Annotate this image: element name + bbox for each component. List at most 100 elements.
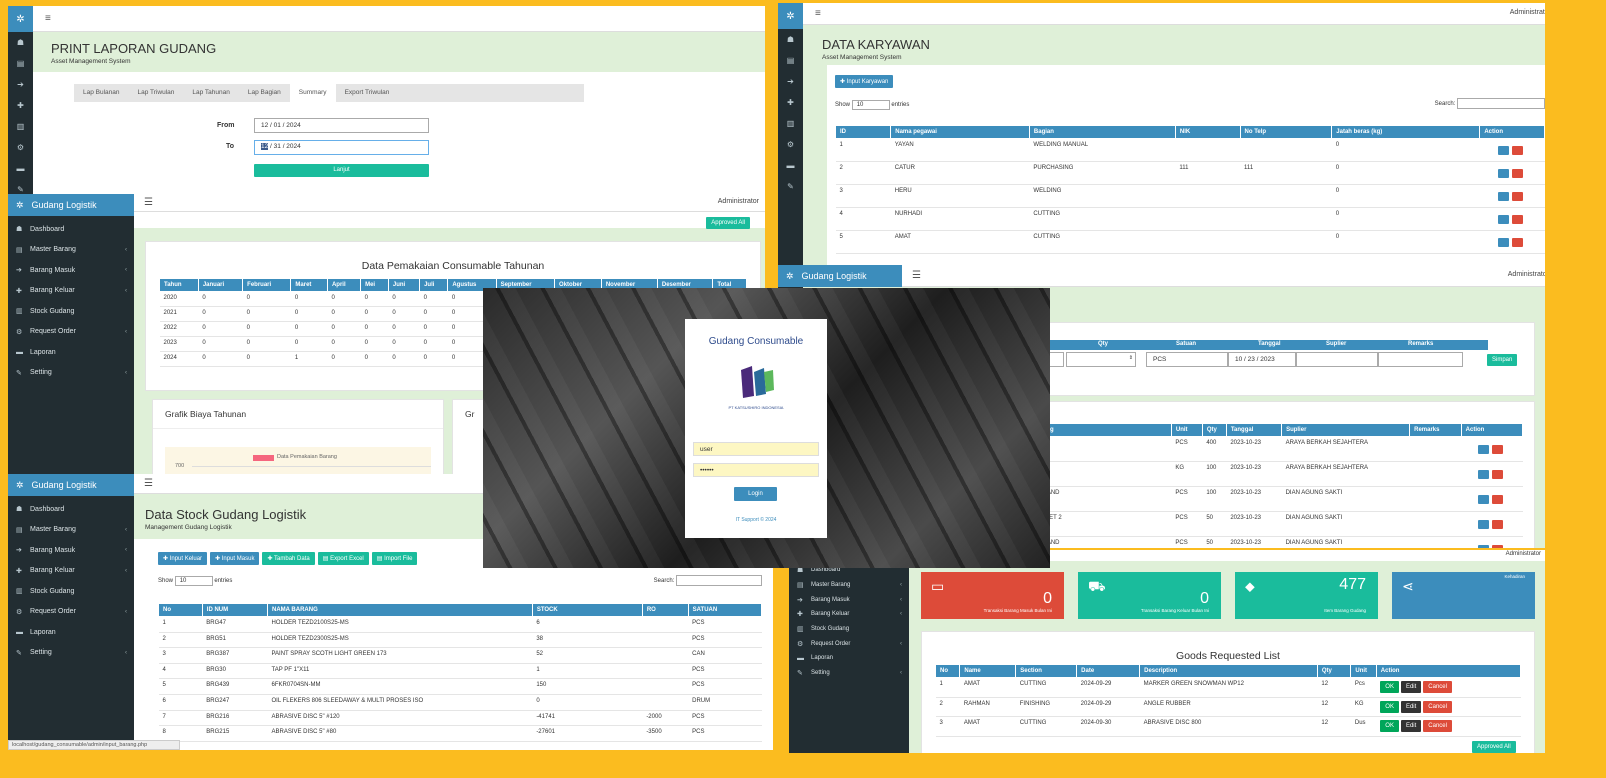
menu-toggle-icon[interactable]: ≡: [45, 13, 51, 24]
suplier-field[interactable]: [1296, 352, 1378, 367]
column-header[interactable]: No Telp: [1239, 125, 1333, 139]
sidebar-item[interactable]: ▤ Master Barang ‹: [8, 240, 134, 261]
remarks-field[interactable]: [1378, 352, 1463, 367]
dashboard-icon[interactable]: ☗: [8, 32, 33, 53]
column-header[interactable]: Unit: [1350, 664, 1377, 678]
search-input[interactable]: [676, 575, 762, 586]
sidebar-item[interactable]: ▥ Stock Gudang: [8, 581, 134, 602]
arrow-out-icon[interactable]: ✚: [778, 92, 803, 113]
info-box[interactable]: ⛟ 0 Transaksi Barang Keluar Bulan Ini: [1078, 572, 1221, 619]
sidebar-item[interactable]: ⚙ Request Order ‹: [789, 636, 909, 651]
column-header[interactable]: Bagian: [1028, 125, 1176, 139]
column-header[interactable]: Date: [1076, 664, 1141, 678]
column-header[interactable]: Description: [1139, 664, 1318, 678]
column-header[interactable]: ID: [834, 125, 892, 139]
menu-toggle-icon[interactable]: ≡: [815, 8, 821, 19]
column-header[interactable]: Action: [1479, 125, 1545, 139]
login-button[interactable]: Login: [734, 487, 777, 501]
simpan-button[interactable]: Simpan: [1487, 354, 1518, 366]
edit-icon[interactable]: [1477, 469, 1489, 479]
trash-icon[interactable]: [1491, 519, 1503, 529]
column-header[interactable]: STOCK: [531, 603, 643, 617]
request-icon[interactable]: ⚙: [8, 137, 33, 158]
master-icon[interactable]: ▤: [8, 53, 33, 74]
column-header[interactable]: No: [158, 603, 203, 617]
trash-icon[interactable]: [1491, 469, 1503, 479]
edit-button[interactable]: Edit: [1400, 681, 1422, 694]
import-file-button[interactable]: ▤ Import File: [371, 552, 418, 565]
edit-icon[interactable]: [1498, 214, 1510, 224]
trash-icon[interactable]: [1512, 237, 1524, 247]
sidebar-item[interactable]: ➔ Barang Masuk ‹: [8, 260, 134, 281]
column-header[interactable]: Nama pegawai: [890, 125, 1030, 139]
edit-icon[interactable]: [1477, 544, 1489, 548]
tab-1[interactable]: Lap Bulanan: [74, 84, 129, 102]
column-header[interactable]: Tanggal: [1225, 423, 1283, 437]
sidebar-item[interactable]: ▬ Laporan: [8, 342, 134, 363]
tanggal-field[interactable]: [1228, 352, 1296, 367]
edit-icon[interactable]: [1477, 494, 1489, 504]
qty-field[interactable]: ⇕: [1066, 352, 1136, 367]
sidebar-toggle-icon[interactable]: ☰: [144, 197, 153, 208]
entries-select[interactable]: 10: [174, 576, 213, 586]
info-box[interactable]: ⋖ Kehadiran: [1392, 572, 1535, 619]
column-header[interactable]: Unit: [1170, 423, 1203, 437]
sidebar-toggle-icon[interactable]: ☰: [144, 478, 153, 489]
column-header[interactable]: Mei: [360, 278, 389, 292]
sidebar-item[interactable]: ⚙ Request Order ‹: [8, 602, 134, 623]
sidebar-item[interactable]: ✎ Setting ‹: [8, 363, 134, 384]
tab-2[interactable]: Lap Triwulan: [129, 84, 184, 102]
master-icon[interactable]: ▤: [778, 50, 803, 71]
trash-icon[interactable]: [1512, 214, 1524, 224]
tab-6[interactable]: Export Triwulan: [336, 84, 399, 102]
from-date-input[interactable]: [254, 118, 429, 133]
input-keluar-button[interactable]: ✚ Input Keluar: [158, 552, 208, 565]
edit-icon[interactable]: [1498, 145, 1510, 155]
sidebar-item[interactable]: ⚙ Request Order ‹: [8, 322, 134, 343]
column-header[interactable]: Action: [1460, 423, 1524, 437]
tambah-data-button[interactable]: ✚ Tambah Data: [262, 552, 315, 565]
tab-5[interactable]: Summary: [289, 84, 336, 102]
column-header[interactable]: Remarks: [1409, 423, 1462, 437]
column-header[interactable]: NIK: [1174, 125, 1241, 139]
column-header[interactable]: Qty: [1201, 423, 1227, 437]
column-header[interactable]: ID NUM: [201, 603, 268, 617]
setting-icon[interactable]: ✎: [778, 176, 803, 197]
cancel-button[interactable]: Cancel: [1423, 681, 1452, 694]
approved-all-button[interactable]: Approved All: [706, 217, 750, 229]
edit-icon[interactable]: [1477, 444, 1489, 454]
admin-menu[interactable]: Administrator: [1508, 271, 1545, 278]
column-header[interactable]: Suplier: [1281, 423, 1411, 437]
admin-menu[interactable]: Administrator: [1510, 9, 1545, 16]
info-box[interactable]: ⬥ 477 Item Barang Gudang: [1235, 572, 1378, 619]
search-input[interactable]: [1457, 98, 1545, 109]
trash-icon[interactable]: [1512, 168, 1524, 178]
stock-icon[interactable]: ▥: [778, 113, 803, 134]
trash-icon[interactable]: [1512, 145, 1524, 155]
stock-icon[interactable]: ▥: [8, 116, 33, 137]
request-icon[interactable]: ⚙: [778, 134, 803, 155]
column-header[interactable]: April: [326, 278, 362, 292]
sidebar-item[interactable]: ✎ Setting ‹: [789, 666, 909, 681]
column-header[interactable]: Jatah beras (kg): [1331, 125, 1481, 139]
column-header[interactable]: Tahun: [159, 278, 199, 292]
export-excel-button[interactable]: ▤ Export Excel: [317, 552, 369, 565]
column-header[interactable]: Section: [1015, 664, 1078, 678]
ok-button[interactable]: OK: [1380, 700, 1399, 713]
column-header[interactable]: Name: [959, 664, 1017, 678]
edit-button[interactable]: Edit: [1400, 700, 1422, 713]
admin-menu[interactable]: Administrator: [1506, 551, 1541, 557]
password-input[interactable]: [693, 463, 819, 477]
sidebar-item[interactable]: ➔ Barang Masuk ‹: [8, 540, 134, 561]
sidebar-toggle-icon[interactable]: ☰: [912, 270, 921, 281]
sidebar-item[interactable]: ▥ Stock Gudang: [8, 301, 134, 322]
sidebar-item[interactable]: ▬ Laporan: [8, 622, 134, 643]
sidebar-item[interactable]: ➔ Barang Masuk ‹: [789, 592, 909, 607]
edit-icon[interactable]: [1498, 191, 1510, 201]
approved-all-button[interactable]: Approved All: [1472, 741, 1516, 753]
edit-icon[interactable]: [1498, 237, 1510, 247]
trash-icon[interactable]: [1491, 544, 1503, 548]
edit-button[interactable]: Edit: [1400, 720, 1422, 733]
column-header[interactable]: RO: [641, 603, 689, 617]
report-icon[interactable]: ▬: [778, 155, 803, 176]
